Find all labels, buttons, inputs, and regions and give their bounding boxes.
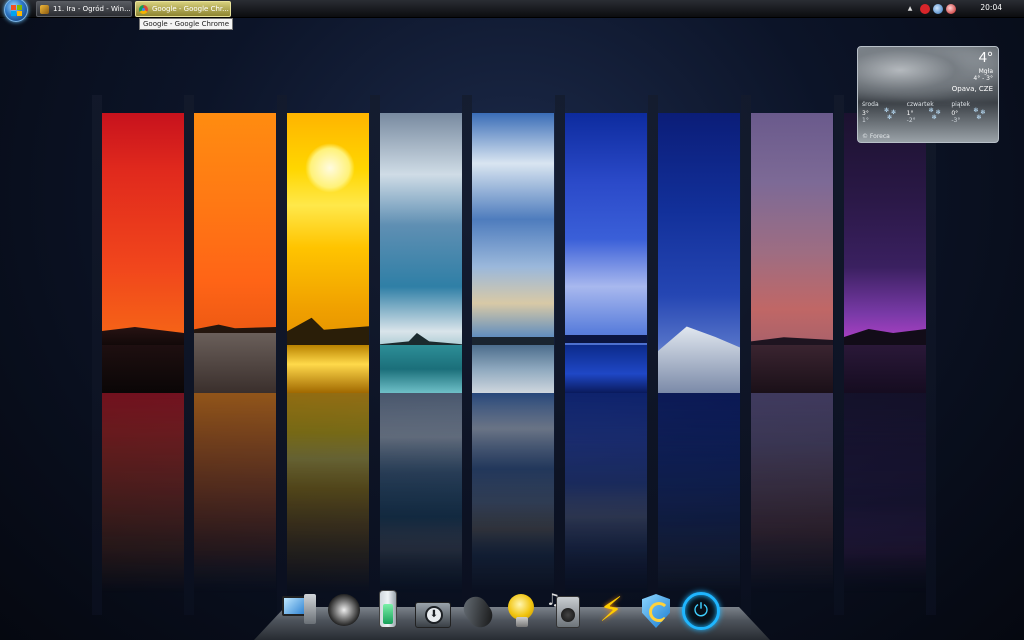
wallpaper-frame [555,95,565,615]
wallpaper-frame [277,95,287,615]
wallpaper-frame [648,95,658,615]
forecast-day-name: piątek [951,101,971,108]
forecast-low: -3° [951,117,961,124]
wallpaper-frame [834,95,844,615]
snow-icon: ✻ ✻ ✻ [973,107,986,121]
snow-icon: ✻ ✻ ✻ [928,107,941,121]
taskbar-window-chrome[interactable]: Google - Google Chr... [135,1,231,17]
wallpaper-reflection [380,393,462,593]
download-icon[interactable]: ⬇ [413,590,453,630]
battery-icon[interactable] [369,590,409,630]
wallpaper-strip-blue-clouds [472,113,554,393]
wallpaper-frame [926,95,936,615]
forecast-day: czwartek 1° -2° ✻ ✻ ✻ [907,101,952,133]
wallpaper-reflection [658,393,740,593]
taskbar: 11. Ira - Ogród - Win... Google - Google… [0,0,1024,22]
steam-icon[interactable] [324,590,364,630]
wallpaper-reflection [287,393,369,593]
show-hidden-icons-icon[interactable]: ▲ [905,4,915,14]
lightning-icon[interactable]: ⚡ [591,590,631,630]
wallpaper-strip-deep-blue [565,113,647,393]
wallpaper-frame [741,95,751,615]
forecast-high: 3° [862,110,869,117]
weather-gadget[interactable]: 4° Mgła 4° - 3° Opava, CZE środa 3° 1° ✻… [857,46,999,143]
wallpaper-reflection [194,393,276,593]
forecast-low: 1° [862,117,869,124]
forecast-low: -2° [906,117,916,124]
antivirus-icon[interactable] [920,4,930,14]
wallpaper-strip-orange-sunset [194,113,276,393]
speaker-icon[interactable]: ♫ [546,590,586,630]
taskbar-window-label: 11. Ira - Ogród - Win... [53,5,131,13]
taskbar-tooltip: Google - Google Chrome [139,18,234,30]
forecast-high: 0° [951,110,959,117]
wallpaper-reflection [472,393,554,593]
weather-forecast: środa 3° 1° ✻ ✻ ✻ czwartek 1° -2° ✻ ✻ ✻ piąt… [862,101,996,133]
computer-icon[interactable] [278,590,318,630]
weather-credit: © Foreca [862,133,890,140]
wallpaper-frame [370,95,380,615]
wallpaper-reflection [751,393,833,593]
winamp-icon [40,5,49,14]
wallpaper-reflection [565,393,647,593]
forecast-day: piątek 0° -3° ✻ ✻ ✻ [951,101,996,133]
weather-condition: Mgła [978,68,993,75]
taskbar-window-label: Google - Google Chr... [152,5,229,13]
wallpaper-frame [184,95,194,615]
lightbulb-icon[interactable] [502,590,542,630]
network-icon[interactable] [933,4,943,14]
snow-icon: ✻ ✻ ✻ [884,107,897,121]
wallpaper-frame [92,95,102,615]
wallpaper-strip-navy-snow [658,113,740,393]
weather-temperature: 4° [978,49,993,66]
weather-city: Opava, CZE [951,85,993,93]
clock[interactable]: 20:04 [980,3,1002,12]
forecast-high: 1° [906,110,914,117]
taskbar-window-winamp[interactable]: 11. Ira - Ogród - Win... [36,1,132,17]
wallpaper-strip-purple-night [844,113,926,393]
dock: ⬇ ♫ ⚡ ⏻ [276,590,750,634]
wallpaper-frame [462,95,472,615]
start-button[interactable] [4,0,28,22]
wallpaper-strip-violet-dusk [751,113,833,393]
security-shield-icon[interactable] [636,590,676,630]
wallpaper-reflection [844,393,926,593]
power-manager-icon[interactable] [946,4,956,14]
power-icon[interactable]: ⏻ [680,590,720,630]
wallpaper-strip-yellow-sun [287,113,369,393]
wallpaper-strip-red-sunset [102,113,184,393]
system-tray: ▲ 20:04 [904,0,1024,18]
mouse-icon[interactable] [458,590,498,632]
weather-range: 4° - 3° [973,75,993,82]
windows-logo-icon [11,5,22,16]
chrome-icon [139,5,148,14]
forecast-day-name: środa [862,101,879,108]
wallpaper-reflection [102,393,184,593]
forecast-day: środa 3° 1° ✻ ✻ ✻ [862,101,907,133]
wallpaper-strip-cyan-sea [380,113,462,393]
